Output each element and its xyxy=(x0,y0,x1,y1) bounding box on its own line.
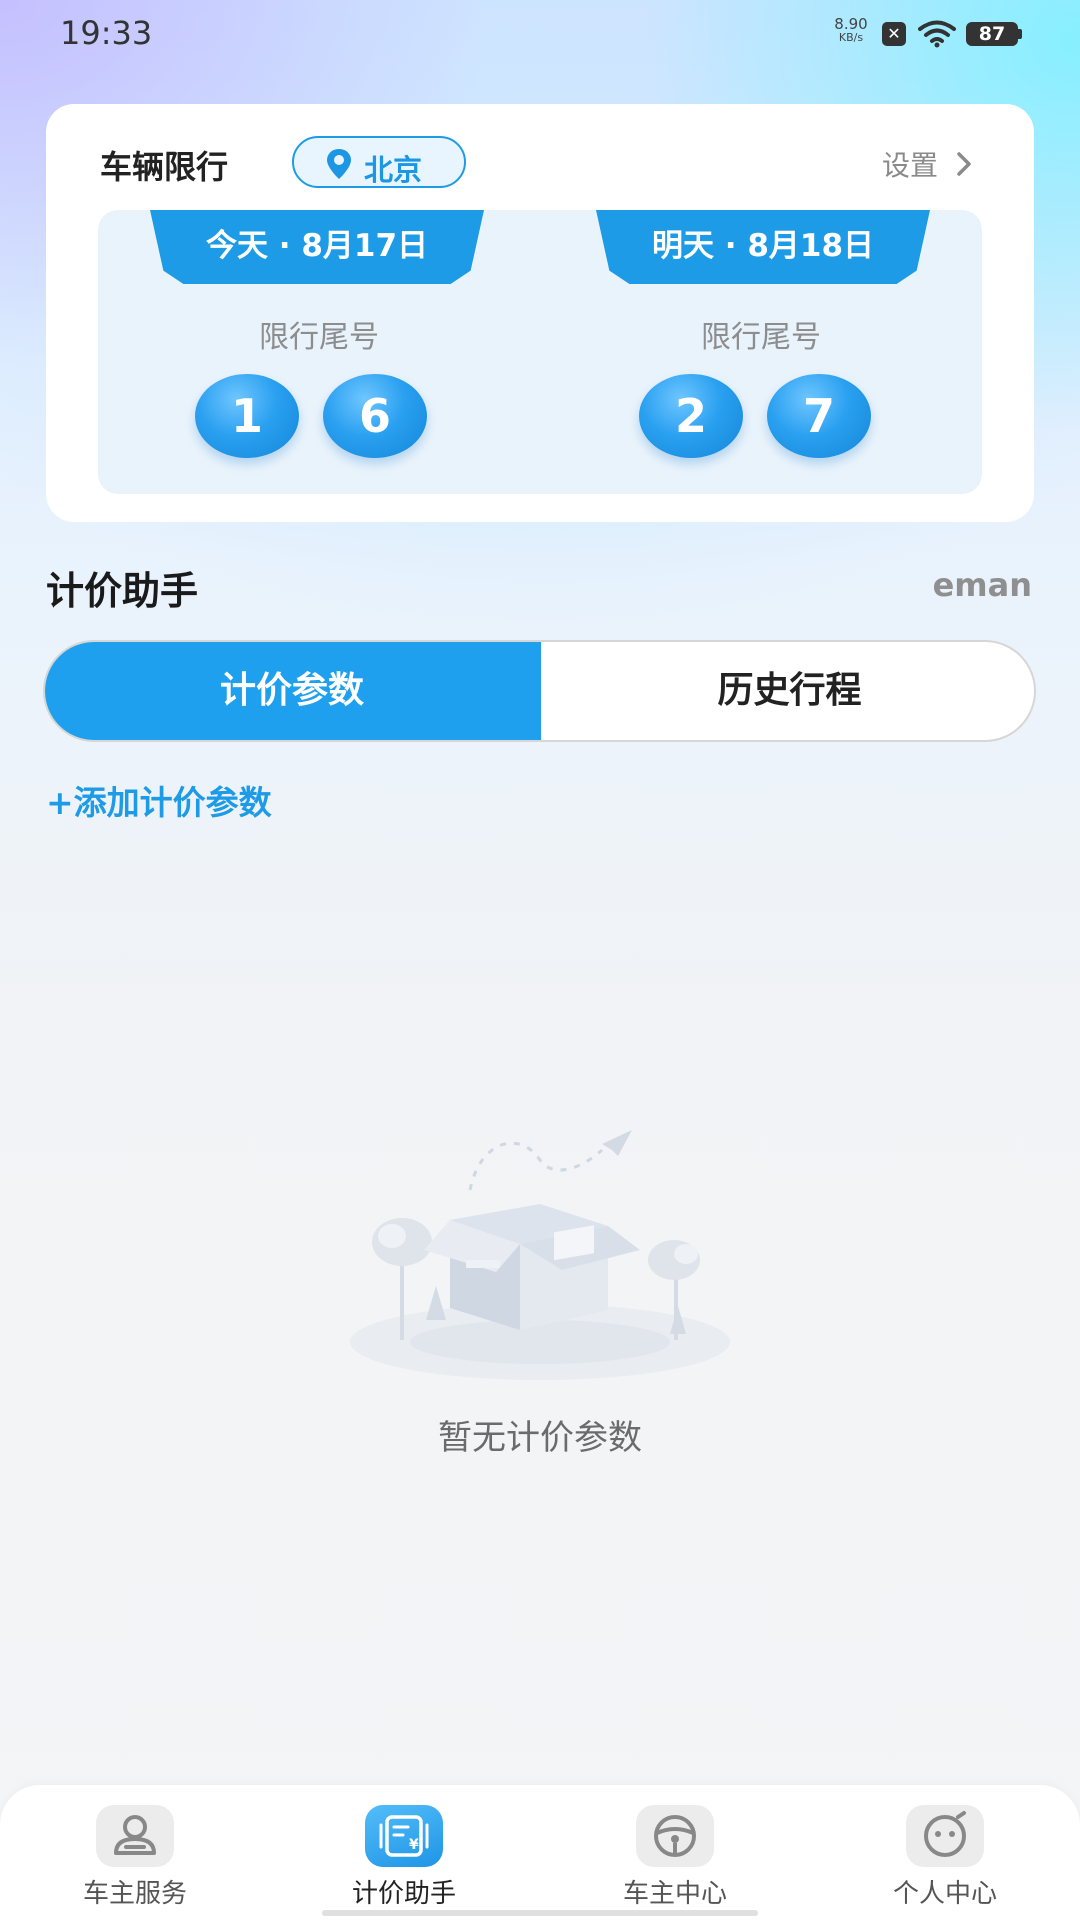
add-pricing-param-button[interactable]: +添加计价参数 xyxy=(46,776,272,824)
city-selector[interactable]: 北京 xyxy=(292,136,466,188)
chevron-right-icon xyxy=(957,152,971,176)
steering-wheel-icon xyxy=(636,1805,714,1867)
restriction-panel: 今天 · 8月17日 限行尾号 1 6 明天 · 8月18日 限行尾号 2 7 xyxy=(98,210,982,494)
status-bar: 19:33 8.90 KB/s ✕ 87 xyxy=(0,0,1080,66)
nav-item-pricing-assistant[interactable]: ¥ 计价助手 xyxy=(304,1805,504,1915)
empty-state-text: 暂无计价参数 xyxy=(438,1418,642,1458)
settings-link[interactable]: 设置 xyxy=(882,144,972,184)
nav-label: 计价助手 xyxy=(351,1879,456,1909)
nav-item-owner-service[interactable]: 车主服务 xyxy=(35,1805,235,1915)
restriction-number-label: 限行尾号 xyxy=(259,320,379,355)
smiley-face-icon xyxy=(906,1805,984,1867)
nav-item-personal-center[interactable]: 个人中心 xyxy=(845,1805,1045,1915)
restriction-number-label: 限行尾号 xyxy=(701,320,821,355)
restriction-number: 1 xyxy=(195,374,299,458)
location-pin-icon xyxy=(327,149,351,179)
network-speed: 8.90 KB/s xyxy=(826,15,876,45)
pricing-tabs: 计价参数 历史行程 xyxy=(43,640,1036,742)
battery-tip xyxy=(1018,29,1022,39)
nav-label: 个人中心 xyxy=(892,1879,997,1909)
nav-label: 车主服务 xyxy=(82,1879,187,1909)
home-indicator xyxy=(322,1910,758,1916)
city-name: 北京 xyxy=(364,153,423,187)
bottom-nav: 车主服务 ¥ 计价助手 车主中心 个人中心 xyxy=(0,1785,1080,1920)
nav-label: 车主中心 xyxy=(622,1879,727,1909)
empty-box-illustration xyxy=(350,1130,730,1380)
pricing-section-title: 计价助手 xyxy=(46,569,199,613)
pricing-receipt-icon: ¥ xyxy=(365,1805,443,1867)
person-icon xyxy=(96,1805,174,1867)
nav-item-owner-center[interactable]: 车主中心 xyxy=(575,1805,775,1915)
restriction-day-tomorrow: 明天 · 8月18日 限行尾号 2 7 xyxy=(540,210,982,494)
restriction-number: 6 xyxy=(323,374,427,458)
tab-trip-history[interactable]: 历史行程 xyxy=(543,642,1034,740)
settings-label: 设置 xyxy=(881,149,938,182)
restriction-day-today: 今天 · 8月17日 限行尾号 1 6 xyxy=(98,210,540,494)
day-tab-today: 今天 · 8月17日 xyxy=(150,210,484,284)
tab-pricing-params[interactable]: 计价参数 xyxy=(45,642,541,740)
close-box-icon: ✕ xyxy=(882,22,906,46)
restriction-number: 7 xyxy=(767,374,871,458)
wifi-icon xyxy=(918,20,956,48)
svg-text:¥: ¥ xyxy=(409,1837,419,1853)
restriction-number: 2 xyxy=(639,374,743,458)
day-tab-tomorrow: 明天 · 8月18日 xyxy=(596,210,930,284)
brand-logo: eman xyxy=(932,566,1032,604)
vehicle-restriction-card: 车辆限行 北京 设置 今天 · 8月17日 限行尾号 1 6 明天 · 8月18… xyxy=(46,104,1034,522)
battery-icon: 87 xyxy=(966,22,1018,46)
restriction-title: 车辆限行 xyxy=(100,148,229,186)
network-speed-value: 8.90 xyxy=(834,15,868,33)
status-time: 19:33 xyxy=(60,14,153,52)
